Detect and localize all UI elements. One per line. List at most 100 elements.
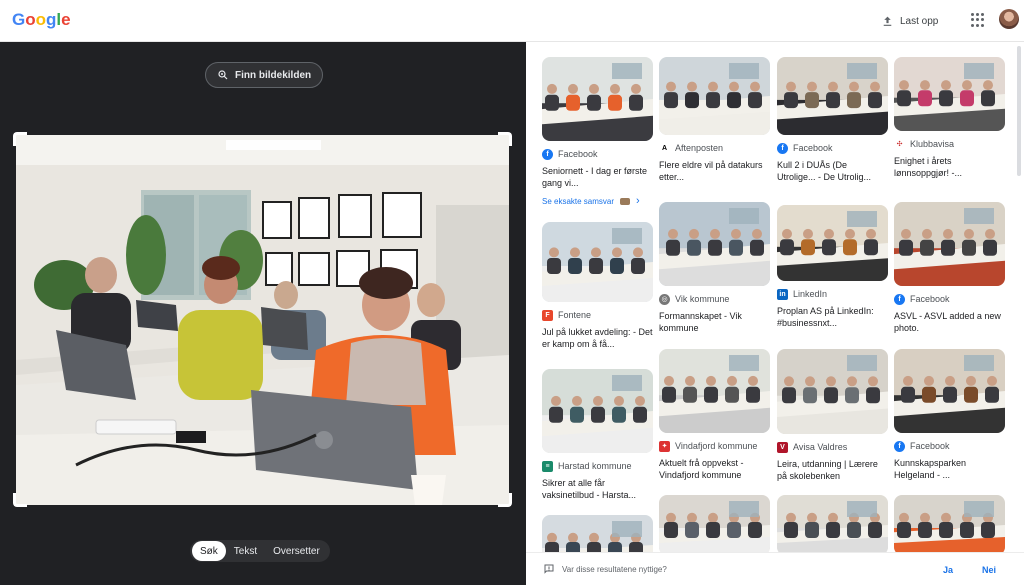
result-thumbnail-image (777, 205, 888, 281)
harstad-icon: ≡ (542, 460, 553, 472)
result-source[interactable]: f Facebook (777, 142, 888, 154)
google-logo[interactable]: Google (12, 10, 71, 30)
result-card[interactable]: f Facebook Kull 2 i DUÅs (De Utrolige... -… (777, 57, 888, 183)
result-source[interactable]: f Facebook (894, 440, 1005, 452)
feedback-question: Var disse resultatene nyttige? (562, 565, 667, 574)
result-title[interactable]: Aktuelt frå oppvekst - Vindafjord kommun… (659, 457, 770, 481)
exact-match-thumbnail-icon (620, 197, 631, 205)
top-bar: Google Last opp (0, 0, 1024, 42)
result-thumbnail[interactable] (659, 57, 770, 135)
result-source-name: Vik kommune (675, 294, 730, 304)
result-card[interactable]: F Fontene Jul på lukket avdeling: - Det er… (542, 222, 653, 350)
result-title[interactable]: Proplan AS på LinkedIn: #businessnxt... (777, 305, 888, 329)
find-image-source-button[interactable]: Finn bildekilden (205, 62, 324, 88)
find-image-source-label: Finn bildekilden (235, 69, 312, 81)
result-card[interactable] (894, 495, 1005, 555)
result-card[interactable]: f Facebook ASVL - ASVL added a new photo. (894, 202, 1005, 334)
result-card[interactable]: ✦ Vindafjord kommune Aktuelt frå oppvekst … (659, 349, 770, 481)
facebook-icon: f (894, 440, 905, 452)
tab-oversetter[interactable]: Oversetter (265, 541, 328, 561)
result-source-name: Facebook (910, 294, 950, 304)
result-source-name: Facebook (793, 143, 833, 153)
result-card[interactable]: f Facebook Seniornett - I dag er første ga… (542, 57, 653, 207)
result-title[interactable]: Leira, utdanning | Lærere på skolebenken (777, 458, 888, 482)
result-source-name: Aftenposten (675, 143, 724, 153)
result-source[interactable]: in LinkedIn (777, 288, 888, 300)
logo-letter: e (61, 10, 71, 29)
chevron-right-icon: › (636, 195, 640, 207)
result-source-name: Facebook (558, 149, 598, 159)
result-thumbnail-image (894, 57, 1005, 131)
result-thumbnail-image (777, 495, 888, 555)
result-thumbnail[interactable] (894, 349, 1005, 433)
result-source-name: LinkedIn (793, 289, 828, 299)
crop-handle-bottom-left[interactable] (13, 493, 27, 507)
feedback-yes-button[interactable]: Ja (943, 565, 953, 575)
results-scrollbar[interactable] (1017, 46, 1021, 176)
result-card[interactable] (659, 495, 770, 555)
result-source-name: Fontene (558, 310, 592, 320)
result-thumbnail[interactable] (659, 349, 770, 433)
tab-søk[interactable]: Søk (192, 541, 226, 561)
result-card[interactable]: f Facebook Kunnskapsparken Helgeland - ... (894, 349, 1005, 481)
result-title[interactable]: Formannskapet - Vik kommune (659, 310, 770, 334)
tab-tekst[interactable]: Tekst (226, 541, 265, 561)
result-source[interactable]: V Avisa Valdres (777, 441, 888, 453)
result-thumbnail[interactable] (894, 57, 1005, 131)
result-thumbnail[interactable] (777, 349, 888, 434)
crop-handle-top-left[interactable] (13, 132, 27, 146)
result-thumbnail[interactable] (542, 57, 653, 141)
avatar[interactable] (999, 9, 1019, 29)
upload-button[interactable]: Last opp (881, 11, 938, 31)
result-card[interactable]: ✣ Klubbavisa Enighet i årets lønnsoppgjør!… (894, 57, 1005, 179)
result-source-name: Harstad kommune (558, 461, 632, 471)
result-title[interactable]: ASVL - ASVL added a new photo. (894, 310, 1005, 334)
result-thumbnail-image (777, 349, 888, 434)
feedback-bar: Var disse resultatene nyttige? Ja Nei (526, 552, 1024, 585)
result-source[interactable]: A Aftenposten (659, 142, 770, 154)
lens-search-icon (218, 70, 228, 80)
result-thumbnail[interactable] (894, 495, 1005, 555)
result-thumbnail[interactable] (659, 495, 770, 555)
result-title[interactable]: Enighet i årets lønnsoppgjør! -... (894, 155, 1005, 179)
result-title[interactable]: Seniornett - I dag er første gang vi... (542, 165, 653, 189)
feedback-no-button[interactable]: Nei (982, 565, 996, 575)
apps-grid-icon[interactable] (971, 13, 985, 27)
result-thumbnail[interactable] (894, 202, 1005, 286)
result-card[interactable] (777, 495, 888, 555)
result-source[interactable]: f Facebook (542, 148, 653, 160)
exact-matches-link[interactable]: Se eksakte samsvar › (542, 195, 653, 207)
result-thumbnail[interactable] (777, 205, 888, 281)
result-title[interactable]: Flere eldre vil på datakurs etter... (659, 159, 770, 183)
result-thumbnail[interactable] (777, 495, 888, 555)
logo-letter: o (35, 10, 47, 29)
result-thumbnail[interactable] (542, 369, 653, 453)
result-source[interactable]: F Fontene (542, 309, 653, 321)
result-card[interactable]: ≡ Harstad kommune Sikrer at alle får vaksi… (542, 369, 653, 501)
result-title[interactable]: Kull 2 i DUÅs (De Utrolige... - De Utrol… (777, 159, 888, 183)
result-source[interactable]: ✦ Vindafjord kommune (659, 440, 770, 452)
result-source[interactable]: ✣ Klubbavisa (894, 138, 1005, 150)
result-thumbnail[interactable] (542, 222, 653, 302)
result-thumbnail-image (542, 369, 653, 453)
result-source[interactable]: ◎ Vik kommune (659, 293, 770, 305)
result-thumbnail[interactable] (777, 57, 888, 135)
klubbavisa-icon: ✣ (894, 138, 905, 150)
result-card[interactable]: V Avisa Valdres Leira, utdanning | Lærere … (777, 349, 888, 482)
result-source[interactable]: f Facebook (894, 293, 1005, 305)
result-title[interactable]: Kunnskapsparken Helgeland - ... (894, 457, 1005, 481)
result-thumbnail-image (659, 202, 770, 286)
result-card[interactable]: A Aftenposten Flere eldre vil på datakurs … (659, 57, 770, 183)
query-photo[interactable] (16, 135, 509, 505)
crop-handle-bottom-right[interactable] (498, 493, 512, 507)
result-thumbnail[interactable] (659, 202, 770, 286)
logo-letter: G (12, 10, 26, 29)
crop-handle-top-right[interactable] (498, 132, 512, 146)
result-card[interactable]: ◎ Vik kommune Formannskapet - Vik kommune (659, 202, 770, 334)
valdres-icon: V (777, 441, 788, 453)
result-card[interactable]: in LinkedIn Proplan AS på LinkedIn: #busin… (777, 205, 888, 329)
result-title[interactable]: Jul på lukket avdeling: - Det er kamp om… (542, 326, 653, 350)
aftenposten-icon: A (659, 142, 670, 154)
result-title[interactable]: Sikrer at alle får vaksinetilbud - Harst… (542, 477, 653, 501)
result-source[interactable]: ≡ Harstad kommune (542, 460, 653, 472)
